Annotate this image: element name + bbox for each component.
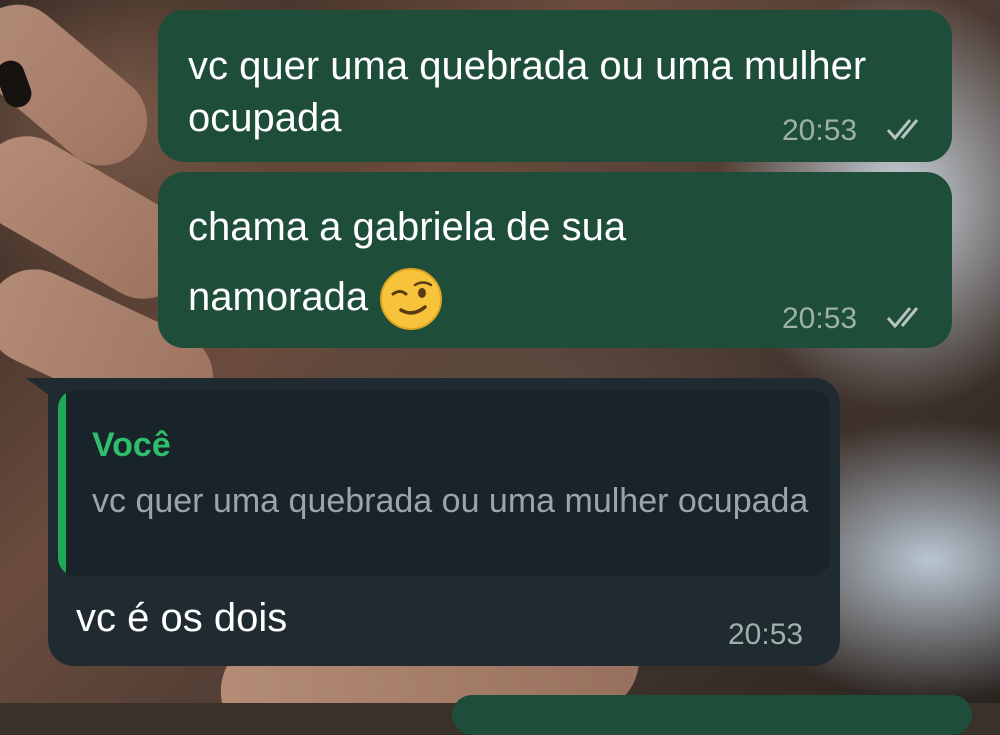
- outgoing-message-bubble[interactable]: vc quer uma quebrada ou uma mulher ocupa…: [158, 10, 952, 162]
- outgoing-message-bubble[interactable]: chama a gabriela de sua namorada 20:53: [158, 172, 952, 348]
- message-text: vc é os dois: [76, 596, 288, 640]
- message-time: 20:53: [782, 302, 858, 335]
- winking-face-emoji: [380, 268, 443, 331]
- quote-author: Você: [92, 426, 171, 464]
- quote-accent-bar: [58, 390, 66, 576]
- incoming-message-bubble[interactable]: Você vc quer uma quebrada ou uma mulher …: [48, 378, 840, 666]
- message-text: chama a gabriela de sua namorada: [188, 192, 748, 332]
- outgoing-message-bubble-partial[interactable]: [452, 695, 972, 735]
- quote-text: vc quer uma quebrada ou uma mulher ocupa…: [92, 482, 809, 520]
- quoted-message[interactable]: Você vc quer uma quebrada ou uma mulher …: [58, 390, 830, 576]
- message-time: 20:53: [782, 114, 858, 147]
- read-double-check-icon: [886, 307, 919, 329]
- read-double-check-icon: [886, 119, 919, 141]
- message-time: 20:53: [728, 618, 804, 651]
